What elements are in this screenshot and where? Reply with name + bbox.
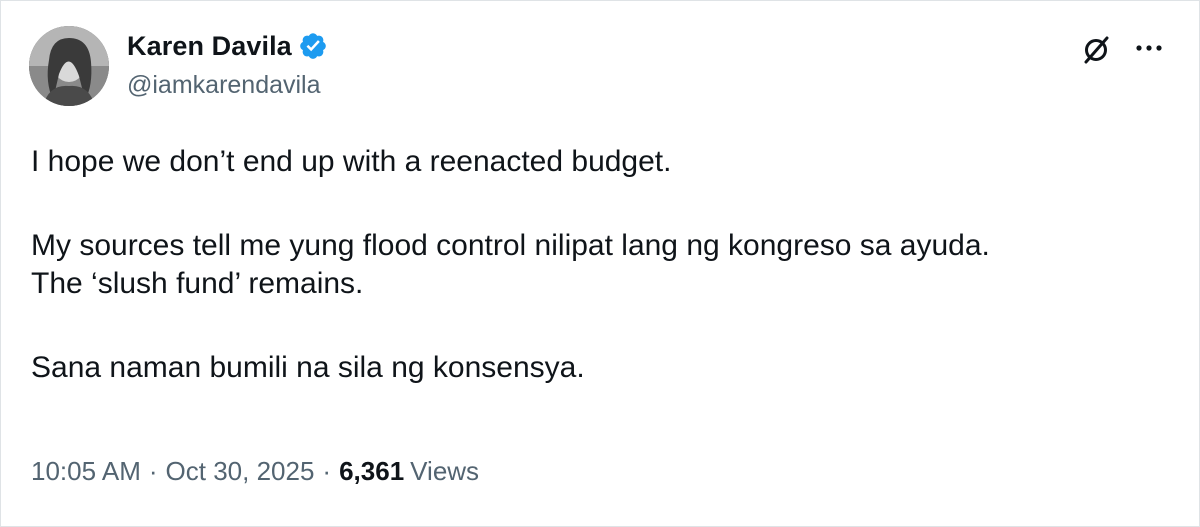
author-display-name[interactable]: Karen Davila bbox=[127, 31, 292, 62]
author-handle[interactable]: @iamkarendavila bbox=[127, 71, 321, 100]
author-name-row[interactable]: Karen Davila bbox=[127, 28, 328, 64]
views-label[interactable]: Views bbox=[410, 456, 479, 487]
avatar[interactable] bbox=[29, 26, 109, 106]
verified-badge-icon bbox=[298, 31, 328, 61]
tweet-line: My sources tell me yung flood control ni… bbox=[31, 229, 990, 262]
tweet-time[interactable]: 10:05 AM bbox=[31, 456, 141, 487]
tweet-line: I hope we don’t end up with a reenacted … bbox=[31, 145, 672, 178]
tweet-line: The ‘slush fund’ remains. bbox=[31, 267, 364, 300]
views-count[interactable]: 6,361 bbox=[339, 456, 404, 487]
tweet-line: Sana naman bumili na sila ng konsensya. bbox=[31, 351, 585, 384]
meta-separator: · bbox=[148, 456, 158, 486]
grok-icon[interactable] bbox=[1079, 33, 1113, 67]
meta-separator: · bbox=[322, 456, 332, 486]
tweet-date[interactable]: Oct 30, 2025 bbox=[166, 456, 315, 487]
more-icon[interactable] bbox=[1129, 31, 1169, 65]
tweet-card: Karen Davila @iamkarendavila I hope we d… bbox=[0, 0, 1200, 527]
tweet-text: I hope we don’t end up with a reenacted … bbox=[31, 143, 1171, 387]
tweet-meta: 10:05 AM · Oct 30, 2025 · 6,361 Views bbox=[31, 456, 479, 487]
